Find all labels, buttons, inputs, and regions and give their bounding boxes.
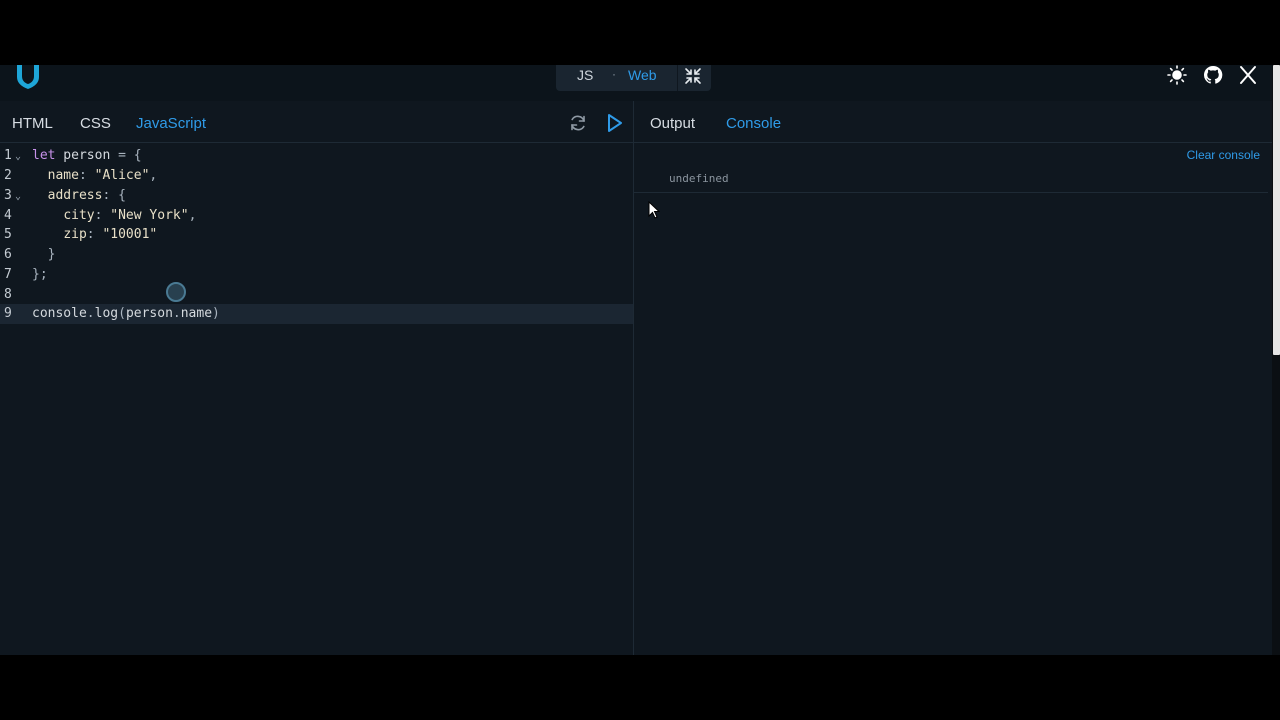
line-number: 6 [4, 247, 12, 262]
tab-output[interactable]: Output [650, 115, 695, 132]
scrollbar-thumb[interactable] [1273, 65, 1280, 355]
tab-javascript[interactable]: JavaScript [136, 115, 206, 132]
page-scrollbar[interactable] [1272, 65, 1280, 655]
x-logo-icon[interactable] [1238, 65, 1258, 85]
fold-chevron-icon[interactable]: ⌄ [15, 147, 21, 167]
sun-icon[interactable] [1167, 65, 1187, 85]
refresh-icon[interactable] [568, 113, 588, 133]
mode-js-option[interactable]: JS [577, 67, 593, 83]
console-output-text: undefined [669, 172, 729, 185]
code-line: 1 ⌄ let person = { [0, 146, 633, 166]
code-line: 2 name: "Alice", [0, 166, 633, 186]
line-number: 2 [4, 168, 12, 183]
code-line: 6 } [0, 245, 633, 265]
line-number: 4 [4, 208, 12, 223]
language-mode-switch: JS · Web [556, 65, 711, 91]
line-number: 1 [4, 148, 12, 163]
click-indicator [166, 282, 186, 302]
tab-console[interactable]: Console [726, 115, 781, 132]
mode-divider [677, 65, 678, 91]
code-editor[interactable]: 1 ⌄ let person = { 2 name: "Alice", 3 ⌄ … [0, 145, 633, 655]
github-icon[interactable] [1203, 65, 1223, 85]
line-number: 8 [4, 287, 12, 302]
editor-tab-bar: HTML CSS JavaScript [0, 101, 633, 143]
code-line-current: 9 console.log(person.name) [0, 304, 633, 324]
line-number: 7 [4, 267, 12, 282]
fold-chevron-icon[interactable]: ⌄ [15, 187, 21, 207]
code-line: 8 [0, 285, 633, 305]
line-number: 3 [4, 188, 12, 203]
tab-css[interactable]: CSS [80, 115, 111, 132]
playground-app: JS · Web HTML CSS JavaScript Output Cons… [0, 65, 1272, 655]
top-bar: JS · Web [0, 65, 1272, 101]
shield-logo-icon[interactable] [14, 65, 42, 89]
line-number: 9 [4, 306, 12, 321]
mode-web-option[interactable]: Web [628, 67, 657, 83]
mouse-pointer-icon [648, 201, 660, 219]
code-line: 3 ⌄ address: { [0, 186, 633, 206]
console-panel: Clear console undefined [634, 143, 1272, 655]
code-line: 5 zip: "10001" [0, 225, 633, 245]
clear-console-button[interactable]: Clear console [1187, 148, 1260, 162]
output-tab-bar: Output Console [634, 101, 1272, 143]
play-icon[interactable] [605, 113, 625, 133]
code-line: 4 city: "New York", [0, 206, 633, 226]
console-entry: undefined [634, 167, 1268, 193]
mode-separator: · [612, 67, 616, 81]
line-number: 5 [4, 227, 12, 242]
tab-html[interactable]: HTML [12, 115, 53, 132]
collapse-arrows-icon[interactable] [684, 67, 702, 85]
code-line: 7 }; [0, 265, 633, 285]
